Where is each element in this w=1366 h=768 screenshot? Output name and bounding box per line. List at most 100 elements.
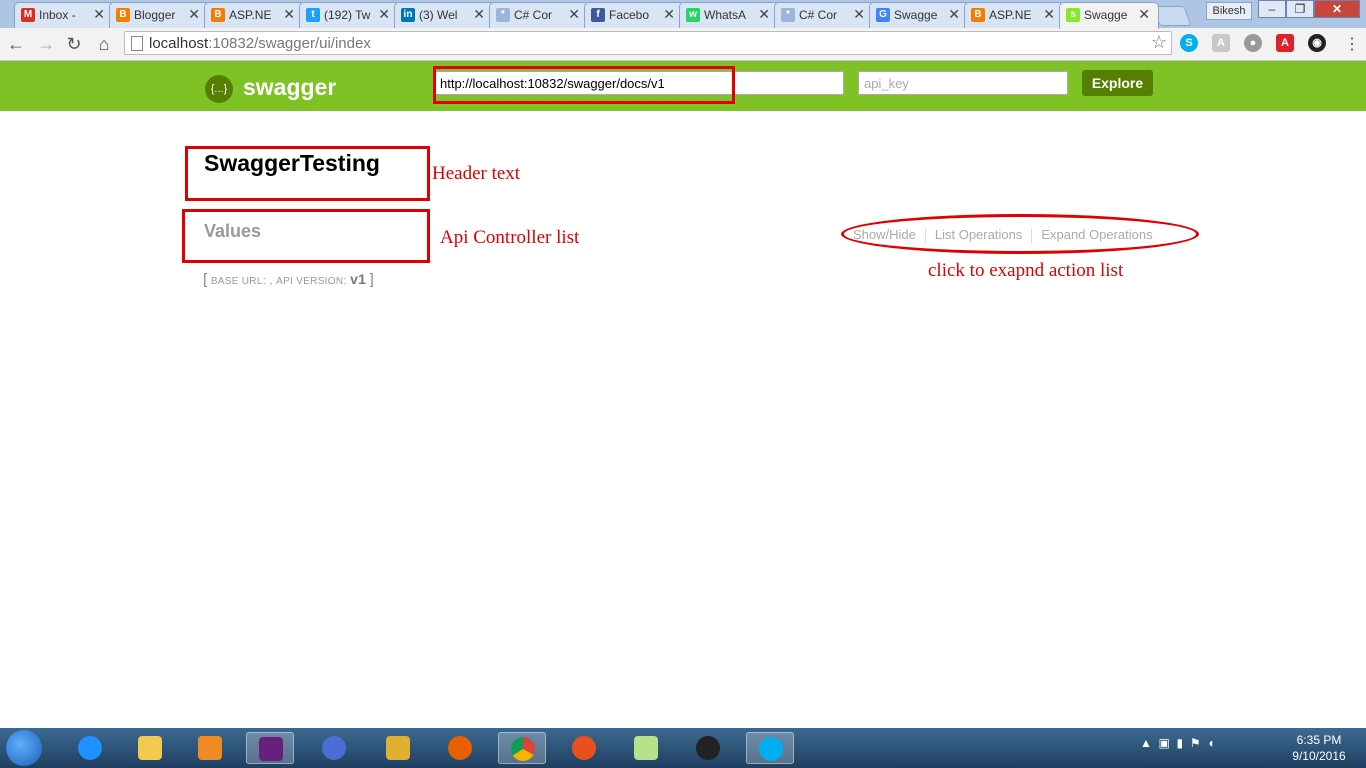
browser-tab[interactable]: in (3) Wel ✕ bbox=[394, 2, 494, 28]
annotation-ops-ellipse bbox=[841, 214, 1199, 254]
browser-tab-label: C# Cor bbox=[514, 8, 553, 22]
browser-tab-label: ASP.NE bbox=[229, 8, 272, 22]
minimize-icon[interactable]: – bbox=[1258, 0, 1286, 18]
tab-close-icon[interactable]: ✕ bbox=[188, 6, 200, 23]
notes-icon[interactable] bbox=[622, 732, 670, 764]
tab-strip: M Inbox - ✕ B Blogger ✕ B ASP.NE ✕ t (192) Tw ✕ in (3… bbox=[0, 0, 1366, 29]
browser-tab[interactable]: B ASP.NE ✕ bbox=[964, 2, 1064, 28]
blogger-icon: B bbox=[971, 8, 985, 22]
browser-tab-label: WhatsA bbox=[704, 8, 747, 22]
start-button-icon[interactable] bbox=[6, 730, 42, 766]
explore-button[interactable]: Explore bbox=[1082, 70, 1153, 96]
browser-tab[interactable]: s Swagge ✕ bbox=[1059, 2, 1159, 29]
base-url-label: base url bbox=[210, 276, 263, 287]
twitter-icon: t bbox=[306, 8, 320, 22]
browser-tab[interactable]: * C# Cor ✕ bbox=[774, 2, 874, 28]
annotation-url-box bbox=[433, 66, 735, 104]
browser-tab-label: Swagge bbox=[894, 8, 938, 22]
angular-extension-icon[interactable]: A bbox=[1212, 34, 1230, 52]
whatsapp-icon: w bbox=[686, 8, 700, 22]
colorpicker-app-icon[interactable] bbox=[684, 732, 732, 764]
annotation-header-box bbox=[185, 146, 430, 201]
system-tray[interactable]: ▲ ▣ ▮ ⚑ ◖ bbox=[1140, 736, 1215, 750]
back-icon[interactable]: ← bbox=[4, 32, 28, 56]
facebook-icon: f bbox=[591, 8, 605, 22]
filezilla-icon[interactable] bbox=[560, 732, 608, 764]
home-icon[interactable]: ⌂ bbox=[92, 32, 116, 56]
bookmark-star-icon[interactable]: ☆ bbox=[1151, 32, 1167, 53]
address-bar[interactable]: localhost:10832/swagger/ui/index ☆ bbox=[124, 31, 1172, 55]
skype-icon[interactable] bbox=[746, 732, 794, 764]
clock-date: 9/10/2016 bbox=[1292, 749, 1346, 763]
browser-tab-label: C# Cor bbox=[799, 8, 838, 22]
browser-tab[interactable]: * C# Cor ✕ bbox=[489, 2, 589, 28]
gmail-icon: M bbox=[21, 8, 35, 22]
tab-close-icon[interactable]: ✕ bbox=[473, 6, 485, 23]
browser-tab-label: (3) Wel bbox=[419, 8, 458, 22]
annotation-expand-text: click to exapnd action list bbox=[928, 260, 1124, 281]
swagger-icon: s bbox=[1066, 8, 1080, 22]
tools-icon[interactable] bbox=[374, 732, 422, 764]
browser-tab-label: Inbox - bbox=[39, 8, 76, 22]
csharpcorner-icon: * bbox=[781, 8, 795, 22]
color-picker-extension-icon[interactable]: ◉ bbox=[1308, 34, 1326, 52]
forward-icon[interactable]: → bbox=[34, 32, 58, 56]
reload-icon[interactable]: ↻ bbox=[62, 32, 86, 56]
clock-time: 6:35 PM bbox=[1296, 733, 1342, 747]
pdf-extension-icon[interactable]: A bbox=[1276, 34, 1294, 52]
api-key-input[interactable] bbox=[858, 71, 1068, 95]
api-version-label: api version bbox=[276, 276, 344, 287]
browser-tab[interactable]: t (192) Tw ✕ bbox=[299, 2, 399, 28]
swagger-logo-icon: {...} bbox=[205, 75, 233, 103]
base-url-info: [ base url: , api version: v1 ] bbox=[203, 271, 375, 288]
browser-tab[interactable]: B ASP.NE ✕ bbox=[204, 2, 304, 28]
csharpcorner-icon: * bbox=[496, 8, 510, 22]
firefox-icon[interactable] bbox=[436, 732, 484, 764]
browser-tab-label: (192) Tw bbox=[324, 8, 371, 22]
explorer-icon[interactable] bbox=[126, 732, 174, 764]
extension-icon[interactable]: ● bbox=[1244, 34, 1262, 52]
google-icon: G bbox=[876, 8, 890, 22]
linkedin-icon: in bbox=[401, 8, 415, 22]
tab-close-icon[interactable]: ✕ bbox=[568, 6, 580, 23]
tab-close-icon[interactable]: ✕ bbox=[378, 6, 390, 23]
annotation-controller-text: Api Controller list bbox=[440, 227, 580, 248]
profile-button[interactable]: Bikesh bbox=[1206, 2, 1252, 20]
chrome-icon[interactable] bbox=[498, 732, 546, 764]
windows-taskbar: ▲ ▣ ▮ ⚑ ◖ 6:35 PM 9/10/2016 bbox=[0, 728, 1366, 768]
browser-tab-label: Facebo bbox=[609, 8, 650, 22]
page-icon bbox=[131, 36, 143, 51]
tab-close-icon[interactable]: ✕ bbox=[758, 6, 770, 23]
tab-close-icon[interactable]: ✕ bbox=[283, 6, 295, 23]
tab-close-icon[interactable]: ✕ bbox=[1043, 6, 1055, 23]
address-url: localhost:10832/swagger/ui/index bbox=[149, 35, 371, 52]
vs-infinity-icon[interactable] bbox=[310, 732, 358, 764]
tab-close-icon[interactable]: ✕ bbox=[948, 6, 960, 23]
tab-close-icon[interactable]: ✕ bbox=[853, 6, 865, 23]
tab-close-icon[interactable]: ✕ bbox=[663, 6, 675, 23]
maximize-icon[interactable]: ❐ bbox=[1286, 0, 1314, 18]
skype-extension-icon[interactable]: S bbox=[1180, 34, 1198, 52]
media-player-icon[interactable] bbox=[186, 732, 234, 764]
ie-icon[interactable] bbox=[66, 732, 114, 764]
browser-tab[interactable]: f Facebo ✕ bbox=[584, 2, 684, 28]
taskbar-clock[interactable]: 6:35 PM 9/10/2016 bbox=[1284, 732, 1354, 764]
browser-tab[interactable]: M Inbox - ✕ bbox=[14, 2, 114, 28]
swagger-logo-text[interactable]: swagger bbox=[243, 74, 336, 101]
api-version-value: v1 bbox=[350, 271, 367, 287]
blogger-icon: B bbox=[211, 8, 225, 22]
browser-tab[interactable]: w WhatsA ✕ bbox=[679, 2, 779, 28]
window-close-icon[interactable]: ✕ bbox=[1314, 0, 1360, 18]
browser-toolbar: ← → ↻ ⌂ localhost:10832/swagger/ui/index… bbox=[0, 28, 1366, 61]
browser-tab[interactable]: G Swagge ✕ bbox=[869, 2, 969, 28]
tab-close-icon[interactable]: ✕ bbox=[93, 6, 105, 23]
browser-tab-label: Blogger bbox=[134, 8, 176, 22]
chrome-menu-icon[interactable]: ⋮ bbox=[1344, 34, 1360, 54]
browser-tab-label: Swagge bbox=[1084, 8, 1128, 22]
blogger-icon: B bbox=[116, 8, 130, 22]
browser-tab[interactable]: B Blogger ✕ bbox=[109, 2, 209, 28]
tab-close-icon[interactable]: ✕ bbox=[1138, 6, 1150, 23]
annotation-controller-box bbox=[182, 209, 430, 263]
annotation-header-text: Header text bbox=[432, 163, 521, 184]
visual-studio-icon[interactable] bbox=[246, 732, 294, 764]
